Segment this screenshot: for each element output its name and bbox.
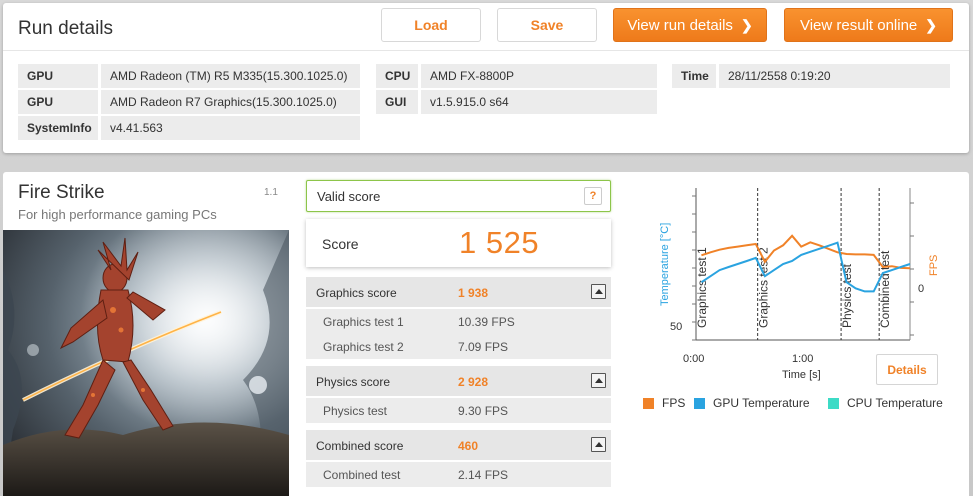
run-details-panel: Run details Load Save View run details ❯… (3, 3, 969, 153)
gui-value: v1.5.915.0 s64 (421, 90, 657, 114)
physics-test-value: 9.30 FPS (458, 404, 509, 418)
overall-score-box: Score 1 525 (306, 219, 611, 267)
view-run-details-button[interactable]: View run details ❯ (613, 8, 767, 42)
gpu2-label: GPU (18, 90, 98, 114)
legend-fps-swatch (643, 397, 654, 409)
test-result-panel: Fire Strike For high performance gaming … (3, 172, 969, 496)
cpu-label: CPU (376, 64, 418, 88)
legend-gpu-temperature: GPU Temperature (694, 396, 810, 410)
combined-test-value: 2.14 FPS (458, 468, 509, 482)
combined-score-label: Combined score (316, 439, 404, 453)
collapse-toggle-combined[interactable] (591, 437, 606, 452)
graphics-test-2-label: Graphics test 2 (323, 340, 404, 354)
page-title: Run details (18, 18, 114, 39)
collapse-triangle-icon (594, 378, 603, 383)
test-subtitle: For high performance gaming PCs (18, 207, 217, 222)
legend-fps: FPS (643, 396, 685, 410)
physics-test-row: Physics test 9.30 FPS (306, 398, 611, 423)
details-button[interactable]: Details (876, 354, 938, 385)
info-row-gui: GUI v1.5.915.0 s64 (376, 90, 657, 114)
load-button-label: Load (414, 17, 448, 33)
graphics-score-header: Graphics score 1 938 (306, 277, 611, 307)
info-row-gpu2: GPU AMD Radeon R7 Graphics(15.300.1025.0… (18, 90, 360, 114)
legend-gpu-label: GPU Temperature (713, 396, 810, 410)
help-button[interactable]: ? (584, 187, 602, 205)
graphics-score-label: Graphics score (316, 286, 397, 300)
gpu1-value: AMD Radeon (TM) R5 M335(15.300.1025.0) (101, 64, 360, 88)
combined-score-value: 460 (458, 439, 479, 453)
graphics-test-1-label: Graphics test 1 (323, 315, 404, 329)
graphics-test-1-value: 10.39 FPS (458, 315, 515, 329)
view-result-online-button[interactable]: View result online ❯ (784, 8, 953, 42)
systeminfo-label: SystemInfo (18, 116, 98, 140)
fire-strike-artwork-svg (3, 230, 289, 496)
info-row-systeminfo: SystemInfo v4.41.563 (18, 116, 360, 140)
collapse-toggle-physics[interactable] (591, 373, 606, 388)
gpu2-value: AMD Radeon R7 Graphics(15.300.1025.0) (101, 90, 360, 114)
legend-cpu-swatch (828, 397, 839, 409)
load-button[interactable]: Load (381, 8, 481, 42)
cpu-value: AMD FX-8800P (421, 64, 657, 88)
physics-test-label: Physics test (323, 404, 388, 418)
test-version: 1.1 (264, 187, 278, 198)
test-name: Fire Strike (18, 182, 105, 203)
legend-fps-label: FPS (662, 396, 686, 410)
combined-test-label: Combined test (323, 468, 401, 482)
run-details-header: Run details Load Save View run details ❯… (3, 3, 969, 51)
chevron-right-icon: ❯ (925, 16, 938, 33)
chevron-right-icon: ❯ (740, 16, 753, 33)
time-value: 28/11/2558 0:19:20 (719, 64, 950, 88)
time-label: Time (672, 64, 716, 88)
collapse-triangle-icon (594, 289, 603, 294)
view-run-details-label: View run details (627, 16, 733, 34)
view-result-online-label: View result online (799, 16, 918, 34)
save-button-label: Save (530, 17, 564, 33)
fire-strike-artwork (3, 230, 289, 496)
score-value: 1 525 (459, 225, 540, 260)
save-button[interactable]: Save (497, 8, 597, 42)
valid-score-banner: Valid score ? (306, 180, 611, 212)
valid-score-label: Valid score (317, 189, 381, 204)
collapse-toggle-graphics[interactable] (591, 284, 606, 299)
info-row-time: Time 28/11/2558 0:19:20 (672, 64, 950, 88)
legend-cpu-temperature: CPU Temperature (828, 396, 943, 410)
combined-test-row: Combined test 2.14 FPS (306, 462, 611, 487)
graphics-test-2-value: 7.09 FPS (458, 340, 509, 354)
systeminfo-value: v4.41.563 (101, 116, 360, 140)
graphics-test-2-row: Graphics test 2 7.09 FPS (306, 334, 611, 359)
info-row-gpu1: GPU AMD Radeon (TM) R5 M335(15.300.1025.… (18, 64, 360, 88)
graphics-test-1-row: Graphics test 1 10.39 FPS (306, 309, 611, 334)
details-button-label: Details (887, 362, 927, 377)
physics-score-value: 2 928 (458, 375, 489, 389)
info-row-cpu: CPU AMD FX-8800P (376, 64, 657, 88)
gpu1-label: GPU (18, 64, 98, 88)
collapse-triangle-icon (594, 442, 603, 447)
graphics-score-value: 1 938 (458, 286, 489, 300)
gui-label: GUI (376, 90, 418, 114)
physics-score-label: Physics score (316, 375, 391, 389)
physics-score-header: Physics score 2 928 (306, 366, 611, 396)
legend-gpu-swatch (694, 397, 705, 409)
combined-score-header: Combined score 460 (306, 430, 611, 460)
legend-cpu-label: CPU Temperature (847, 396, 943, 410)
score-label: Score (322, 236, 359, 252)
